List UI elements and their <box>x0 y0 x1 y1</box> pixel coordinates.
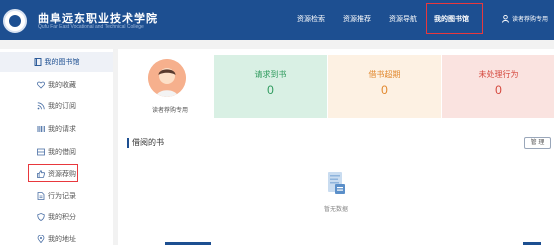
active-nav-highlight <box>426 3 483 34</box>
user-name: 读者荐购专用 <box>512 17 549 23</box>
sidebar-item-label: 我的地址 <box>48 236 76 243</box>
avatar <box>148 59 186 97</box>
nav-resource-recommend[interactable]: 资源推荐 <box>343 0 371 40</box>
document-icon <box>37 192 45 200</box>
stat-label: 借书超期 <box>368 70 401 79</box>
book-icon <box>34 58 41 66</box>
shield-icon <box>37 213 45 221</box>
sidebar-item-label: 我的订阅 <box>48 103 76 110</box>
stat-value: 0 <box>495 83 502 97</box>
sidebar-item-subscriptions[interactable]: 我的订阅 <box>0 96 113 116</box>
summary-row: 读者荐购专用 请求到书 0 借书超期 0 未处理行为 0 <box>126 55 554 118</box>
sidebar-item-borrowing[interactable]: 我的借阅 <box>0 142 113 162</box>
heart-icon <box>37 81 45 89</box>
stat-card-requested-books[interactable]: 请求到书 0 <box>214 55 327 118</box>
main-panel: 读者荐购专用 请求到书 0 借书超期 0 未处理行为 0 借阅的书 管 理 暂无… <box>118 49 554 245</box>
rss-icon <box>37 102 45 110</box>
user-menu[interactable]: 读者荐购专用 <box>502 0 548 40</box>
sidebar-item-requests[interactable]: 我的请求 <box>0 119 113 139</box>
reader-card[interactable]: 读者荐购专用 <box>126 55 214 118</box>
stat-value: 0 <box>381 83 388 97</box>
college-name-en: Qufu Far East Vocational and Technical C… <box>38 24 144 30</box>
sidebar-item-label: 我的收藏 <box>48 82 76 89</box>
book-open-icon <box>37 148 45 156</box>
location-icon <box>37 235 45 243</box>
sidebar-item-label: 我的请求 <box>48 126 76 133</box>
sidebar-item-label: 我的图书馆 <box>44 59 80 66</box>
sidebar-item-behavior-records[interactable]: 行为记录 <box>0 186 113 206</box>
sidebar-item-label: 行为记录 <box>48 193 76 200</box>
sidebar: 我的图书馆 我的收藏 我的订阅 我的请求 我的借阅 资源荐购 行为记录 我的积分… <box>0 49 113 245</box>
section-title: 借阅的书 <box>132 138 164 147</box>
section-accent-bar <box>127 138 129 148</box>
empty-data-text: 暂无数据 <box>323 207 348 213</box>
stat-card-overdue[interactable]: 借书超期 0 <box>328 55 441 118</box>
reader-label: 读者荐购专用 <box>151 108 188 114</box>
top-header: 曲阜远东职业技术学院 Qufu Far East Vocational and … <box>0 0 554 40</box>
empty-data-icon <box>328 172 345 194</box>
active-sidebar-highlight <box>28 164 78 182</box>
sidebar-item-address[interactable]: 我的地址 <box>0 229 113 245</box>
stat-label: 请求到书 <box>254 70 287 79</box>
college-logo[interactable] <box>3 9 27 33</box>
user-icon <box>502 15 509 24</box>
sidebar-item-points[interactable]: 我的积分 <box>0 207 113 227</box>
sidebar-item-favorites[interactable]: 我的收藏 <box>0 75 113 95</box>
stat-card-unprocessed[interactable]: 未处理行为 0 <box>442 55 554 118</box>
sidebar-item-label: 我的积分 <box>48 214 76 221</box>
sidebar-item-my-library[interactable]: 我的图书馆 <box>0 52 113 72</box>
nav-resource-navigation[interactable]: 资源导航 <box>389 0 417 40</box>
sidebar-item-label: 我的借阅 <box>48 149 76 156</box>
avatar-illustration-icon <box>148 59 186 97</box>
stat-value: 0 <box>267 83 274 97</box>
stat-label: 未处理行为 <box>478 70 519 79</box>
nav-resource-search[interactable]: 资源检索 <box>297 0 325 40</box>
barcode-icon <box>37 126 45 132</box>
manage-button[interactable]: 管 理 <box>524 137 551 149</box>
